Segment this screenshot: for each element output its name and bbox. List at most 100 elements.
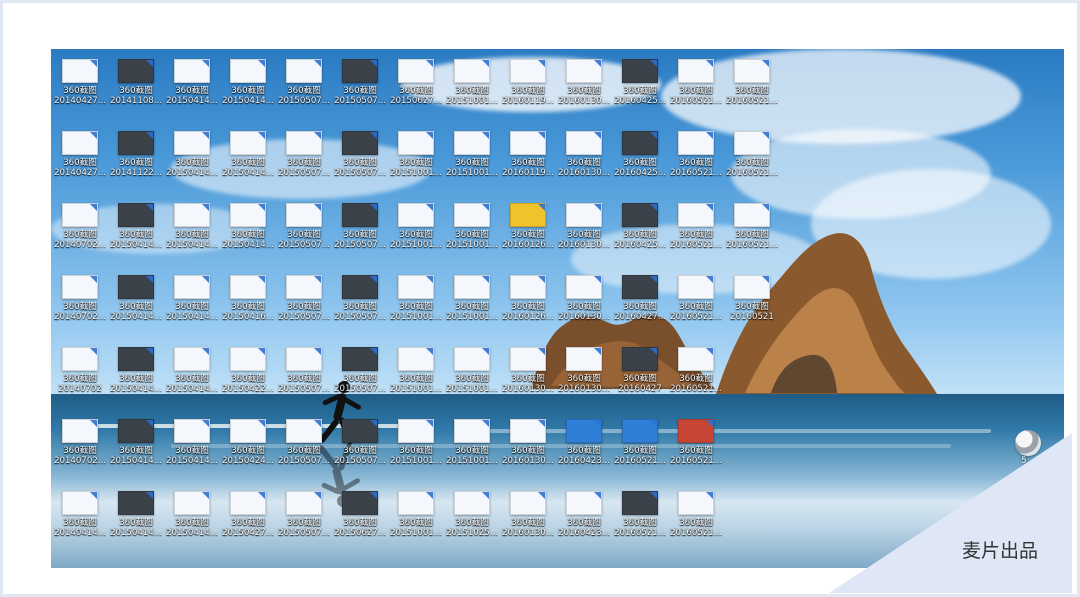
desktop-file-icon[interactable]: 360截图 20150507... [332,203,388,265]
desktop-file-icon[interactable]: 360截图 20150507... [332,347,388,409]
desktop-file-icon[interactable]: 360截图 20150414... [108,347,164,409]
desktop-file-icon[interactable]: 360截图 20151001... [444,59,500,121]
file-name-line-2: 20140702... [54,456,106,466]
desktop-file-icon[interactable]: 360截图 20160521 [724,275,780,337]
desktop-file-icon[interactable]: 360截图 20150424... [220,419,276,481]
file-name-line-2: 20140702... [54,312,106,322]
desktop-file-icon[interactable]: 360截图 20160521... [724,131,780,193]
file-name-line-2: 20160521... [670,168,722,178]
desktop-file-icon[interactable]: 360截图 20160119... [500,131,556,193]
desktop-file-icon[interactable]: 360截图 20140702... [52,419,108,481]
desktop-file-icon[interactable]: 360截图 20140427... [52,59,108,121]
desktop-file-icon[interactable]: 360截图 20160423... [556,419,612,481]
desktop-file-icon[interactable]: 360截图 20160126... [500,275,556,337]
desktop-file-icon[interactable]: 360截图 20150627... [332,491,388,553]
desktop-file-icon[interactable]: 360截图 20151001... [444,203,500,265]
desktop-file-icon[interactable]: 360截图 20151025... [444,491,500,553]
desktop-file-icon[interactable]: 360截图 20160126... [500,203,556,265]
desktop-file-icon[interactable]: 360截图 20160119... [500,59,556,121]
file-thumbnail-icon [398,131,434,155]
desktop-file-icon[interactable]: 360截图 20140414... [52,491,108,553]
desktop-file-icon[interactable]: 360截图 20150414... [108,419,164,481]
desktop-file-icon[interactable]: 360截图 20140702... [52,203,108,265]
desktop-file-icon[interactable]: 360截图 20140427... [52,131,108,193]
file-name-line-1: 360截图 [399,374,433,384]
desktop-file-icon[interactable]: 360截图 20151001... [388,491,444,553]
desktop-file-icon[interactable]: 360截图 20151001... [388,131,444,193]
desktop-file-icon[interactable]: 360截图 20141108... [108,59,164,121]
desktop-file-icon[interactable]: 360截图 20150507... [332,59,388,121]
desktop-file-icon[interactable]: 360截图 20150507... [332,419,388,481]
desktop-file-icon[interactable]: 360截图 20160425... [612,131,668,193]
desktop-file-icon[interactable]: 360截图 20160521... [668,131,724,193]
desktop-file-icon[interactable]: 360截图 20160130... [556,59,612,121]
desktop-file-icon[interactable]: 360截图 20160521... [668,347,724,409]
desktop-file-icon[interactable]: 360截图 20160521... [668,275,724,337]
desktop-file-icon[interactable]: 360截图 20141122... [108,131,164,193]
desktop-file-icon[interactable]: 360截图 20150414... [108,203,164,265]
desktop-file-icon[interactable]: 360截图 20160521... [668,419,724,481]
desktop-file-icon[interactable]: 360截图 20160521... [724,59,780,121]
desktop-file-icon[interactable]: 360截图 20150414... [164,275,220,337]
desktop-file-icon[interactable]: 360截图 20160130... [500,491,556,553]
desktop-file-icon[interactable]: 360截图 20160521... [612,491,668,553]
desktop-file-icon[interactable]: 360截图 20150414... [220,131,276,193]
desktop-file-icon[interactable]: 360截图 20150414... [164,59,220,121]
file-name-line-1: 360截图 [399,86,433,96]
desktop-file-icon[interactable]: 360截图 20160427... [612,275,668,337]
desktop-file-icon[interactable]: 360截图 20160130... [556,275,612,337]
file-name-line-2: 20150422... [222,384,274,394]
desktop-file-icon[interactable]: 360截图 20150422... [220,347,276,409]
desktop-file-icon[interactable]: 360截图 20151001... [388,275,444,337]
desktop-file-icon[interactable]: 360截图 20150416... [220,275,276,337]
desktop-file-icon[interactable]: 360截图 20150507... [332,131,388,193]
desktop-file-icon[interactable]: 360截图 20160130... [556,203,612,265]
desktop-file-icon[interactable]: 360截图 20150414... [108,275,164,337]
desktop[interactable]: 360截图 20140427... 360截图 20141108... 360截图 201… [51,49,1064,568]
desktop-file-icon[interactable]: 360截图 20160521... [668,59,724,121]
desktop-file-icon[interactable]: 360截图 20150414... [164,419,220,481]
desktop-file-icon[interactable]: 360截图 20150414... [220,203,276,265]
desktop-file-icon[interactable]: 360截图 20151001... [388,203,444,265]
desktop-file-icon[interactable]: 360截图 20151001... [444,131,500,193]
desktop-file-icon[interactable]: 360截图 20150414... [164,131,220,193]
desktop-file-icon[interactable]: 360截图 20150507... [332,275,388,337]
desktop-file-icon[interactable]: 360截图 20160425... [612,203,668,265]
desktop-file-icon[interactable]: 360截图 20150414... [164,491,220,553]
desktop-file-icon[interactable]: 360截图 20160521... [668,203,724,265]
desktop-file-icon[interactable]: 360截图 20160521... [668,491,724,553]
desktop-file-icon[interactable]: 360截图 20151001... [444,419,500,481]
file-name-line-1: 360截图 [343,302,377,312]
desktop-file-icon[interactable]: 360截图 20150427... [220,491,276,553]
desktop-file-icon[interactable]: 360截图 20160521... [612,419,668,481]
file-thumbnail-icon [342,347,378,371]
desktop-file-icon[interactable]: 360截图 20150627... [388,59,444,121]
desktop-file-icon[interactable]: 360截图 20140702 [52,347,108,409]
desktop-file-icon[interactable]: 360截图 20150414... [220,59,276,121]
desktop-file-icon[interactable]: 360截图 20150507... [276,131,332,193]
file-name-line-1: 360截图 [119,374,153,384]
desktop-file-icon[interactable]: 360截图 20140702... [52,275,108,337]
desktop-file-icon[interactable]: 360截图 20160130... [500,347,556,409]
desktop-file-icon[interactable]: 360截图 20150507... [276,275,332,337]
desktop-file-icon[interactable]: 360截图 20160130... [556,131,612,193]
desktop-file-icon[interactable]: 360截图 20150507... [276,347,332,409]
desktop-file-icon[interactable]: 360截图 20150507... [276,419,332,481]
file-name-line-1: 360截图 [567,374,601,384]
desktop-file-icon[interactable]: 360截图 20150507... [276,491,332,553]
desktop-file-icon[interactable]: 360截图 20160425... [612,59,668,121]
desktop-file-icon[interactable]: 360截图 20160521... [724,203,780,265]
desktop-file-icon[interactable]: 360截图 20160427 [612,347,668,409]
desktop-file-icon[interactable]: 360截图 20150414... [164,347,220,409]
desktop-file-icon[interactable]: 360截图 20160423... [556,491,612,553]
desktop-file-icon[interactable]: 360截图 20151001... [444,347,500,409]
desktop-file-icon[interactable]: 360截图 20150507... [276,59,332,121]
desktop-file-icon[interactable]: 360截图 20160130... [500,419,556,481]
desktop-file-icon[interactable]: 360截图 20150507... [276,203,332,265]
desktop-file-icon[interactable]: 360截图 20160130... [556,347,612,409]
desktop-file-icon[interactable]: 360截图 20151001... [444,275,500,337]
desktop-file-icon[interactable]: 360截图 20150414... [164,203,220,265]
desktop-file-icon[interactable]: 360截图 20151001... [388,347,444,409]
desktop-file-icon[interactable]: 360截图 20150414... [108,491,164,553]
desktop-file-icon[interactable]: 360截图 20151001... [388,419,444,481]
